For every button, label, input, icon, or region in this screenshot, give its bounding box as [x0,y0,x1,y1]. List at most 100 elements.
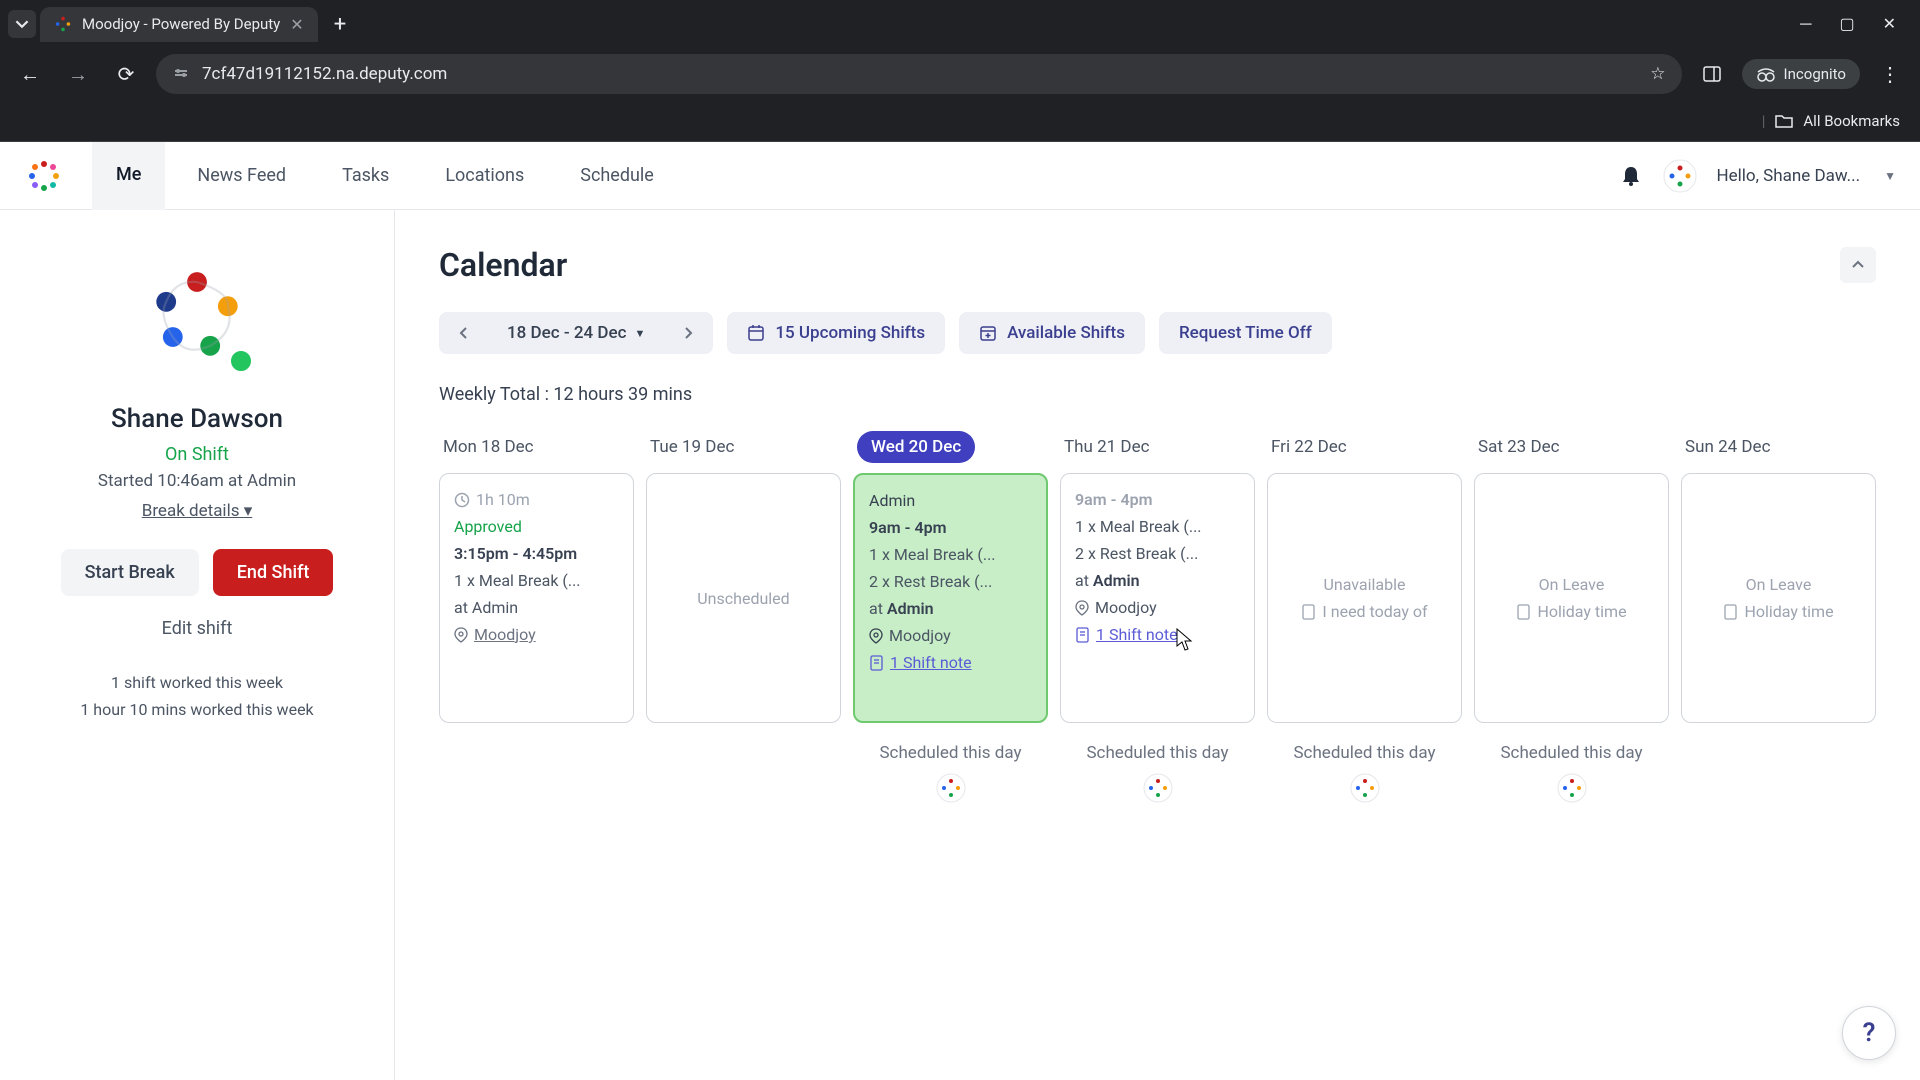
new-tab-button[interactable]: + [322,12,358,37]
calendar-controls: 18 Dec - 24 Dec ▼ 15 Upcoming Shifts Ava… [439,312,1876,354]
url-input[interactable]: 7cf47d19112152.na.deputy.com ☆ [156,54,1682,94]
nav-me[interactable]: Me [92,142,165,210]
nav-tasks[interactable]: Tasks [318,143,413,208]
sidebar: Shane Dawson On Shift Started 10:46am at… [0,210,395,1080]
scheduled-avatar[interactable] [1350,773,1380,803]
shift-card-mon[interactable]: 1h 10m Approved 3:15pm - 4:45pm 1 x Meal… [439,473,634,723]
shift-card-tue[interactable]: Unscheduled [646,473,841,723]
back-button[interactable]: ← [12,56,48,92]
request-time-off-button[interactable]: Request Time Off [1159,312,1332,354]
nav-schedule[interactable]: Schedule [556,143,678,208]
weekly-total: Weekly Total : 12 hours 39 mins [439,384,1876,405]
location-text: Moodjoy [1095,598,1157,617]
tab-close-icon[interactable]: ✕ [290,15,303,34]
close-window-icon[interactable]: ✕ [1883,14,1896,34]
app-logo[interactable] [24,156,64,196]
shift-note-link[interactable]: 1 Shift note [1096,625,1178,644]
status-dot-icon [228,348,254,374]
scheduled-avatar[interactable] [936,773,966,803]
scheduled-label: Scheduled this day [1474,743,1669,763]
forward-button[interactable]: → [60,56,96,92]
side-panel-button[interactable] [1694,56,1730,92]
minimize-icon[interactable]: ─ [1800,14,1811,34]
location-link[interactable]: Moodjoy [474,625,536,644]
day-label-mon: Mon 18 Dec [439,437,634,457]
on-leave-label: On Leave [1539,575,1605,594]
calendar-icon [747,324,765,342]
caret-down-icon: ▼ [634,327,645,340]
shift-time: 3:15pm - 4:45pm [454,544,619,563]
url-text: 7cf47d19112152.na.deputy.com [202,64,1638,84]
incognito-label: Incognito [1784,65,1846,83]
approved-label: Approved [454,517,619,536]
tab-bar: Moodjoy - Powered By Deputy ✕ + ─ ▢ ✕ [0,0,1920,48]
collapse-button[interactable] [1840,247,1876,283]
maximize-icon[interactable]: ▢ [1839,14,1854,34]
calendar-plus-icon [979,324,997,342]
week-header-row: Mon 18 Dec Tue 19 Dec Wed 20 Dec Thu 21 … [439,437,1876,473]
incognito-badge[interactable]: Incognito [1742,59,1860,89]
browser-chrome: Moodjoy - Powered By Deputy ✕ + ─ ▢ ✕ ← … [0,0,1920,142]
address-bar: ← → ⟳ 7cf47d19112152.na.deputy.com ☆ Inc… [0,48,1920,100]
note-icon [869,655,884,671]
reason-text: I need today of [1322,602,1427,621]
notifications-bell-icon[interactable] [1619,164,1643,188]
app-header: Me News Feed Tasks Locations Schedule He… [0,142,1920,210]
site-info-icon[interactable] [172,65,190,83]
all-bookmarks-link[interactable]: All Bookmarks [1803,112,1900,130]
reload-button[interactable]: ⟳ [108,56,144,92]
bookmark-star-icon[interactable]: ☆ [1650,64,1665,84]
note-icon [1516,604,1531,620]
user-menu-caret-icon[interactable]: ▼ [1884,169,1896,183]
prev-week-button[interactable] [439,312,489,354]
edit-shift-link[interactable]: Edit shift [162,618,233,639]
browser-tab[interactable]: Moodjoy - Powered By Deputy ✕ [40,7,318,42]
user-greeting[interactable]: Hello, Shane Daw... [1717,166,1861,186]
tab-search-button[interactable] [8,10,36,38]
next-week-button[interactable] [663,312,713,354]
date-range-picker[interactable]: 18 Dec - 24 Dec ▼ [489,312,663,354]
end-shift-button[interactable]: End Shift [213,549,334,596]
nav-news-feed[interactable]: News Feed [173,143,310,208]
upcoming-shifts-button[interactable]: 15 Upcoming Shifts [727,312,945,354]
caret-down-icon: ▾ [244,501,253,521]
shift-card-thu[interactable]: 9am - 4pm 1 x Meal Break (... 2 x Rest B… [1060,473,1255,723]
nav-locations[interactable]: Locations [421,143,548,208]
shift-time: 9am - 4pm [869,518,1032,537]
folder-icon [1775,113,1793,129]
shift-card-sat[interactable]: On Leave Holiday time [1474,473,1669,723]
at-location: at Admin [1075,571,1240,590]
at-location: at Admin [454,598,619,617]
meal-break-text: 1 x Meal Break (... [869,545,1032,564]
day-label-thu: Thu 21 Dec [1060,437,1255,457]
shift-note-link[interactable]: 1 Shift note [890,653,972,672]
scheduled-row: Scheduled this day Scheduled this day Sc… [439,743,1876,803]
day-label-wed: Wed 20 Dec [853,437,1048,457]
bookmarks-bar: | All Bookmarks [0,100,1920,142]
start-break-button[interactable]: Start Break [61,549,199,596]
incognito-icon [1756,66,1776,82]
app-container: Me News Feed Tasks Locations Schedule He… [0,142,1920,1080]
available-shifts-button[interactable]: Available Shifts [959,312,1145,354]
break-details-link[interactable]: Break details ▾ [142,501,253,521]
shift-time: 9am - 4pm [1075,490,1240,509]
tab-title: Moodjoy - Powered By Deputy [82,15,280,33]
shift-status: On Shift [165,444,229,465]
user-avatar-small[interactable] [1663,159,1697,193]
scheduled-avatar[interactable] [1557,773,1587,803]
location-text: Moodjoy [889,626,951,645]
scheduled-avatar[interactable] [1143,773,1173,803]
meal-break-text: 1 x Meal Break (... [454,571,619,590]
location-pin-icon [454,627,468,643]
stat-hours-worked: 1 hour 10 mins worked this week [80,700,313,719]
shift-card-sun[interactable]: On Leave Holiday time [1681,473,1876,723]
help-button[interactable]: ? [1842,1006,1896,1060]
shift-card-fri[interactable]: Unavailable I need today of [1267,473,1462,723]
shift-card-wed[interactable]: Admin 9am - 4pm 1 x Meal Break (... 2 x … [853,473,1048,723]
scheduled-label: Scheduled this day [1060,743,1255,763]
calendar-title: Calendar [439,246,567,284]
browser-menu-button[interactable]: ⋮ [1872,56,1908,92]
day-label-tue: Tue 19 Dec [646,437,841,457]
shift-role: Admin [869,491,1032,510]
day-label-fri: Fri 22 Dec [1267,437,1462,457]
